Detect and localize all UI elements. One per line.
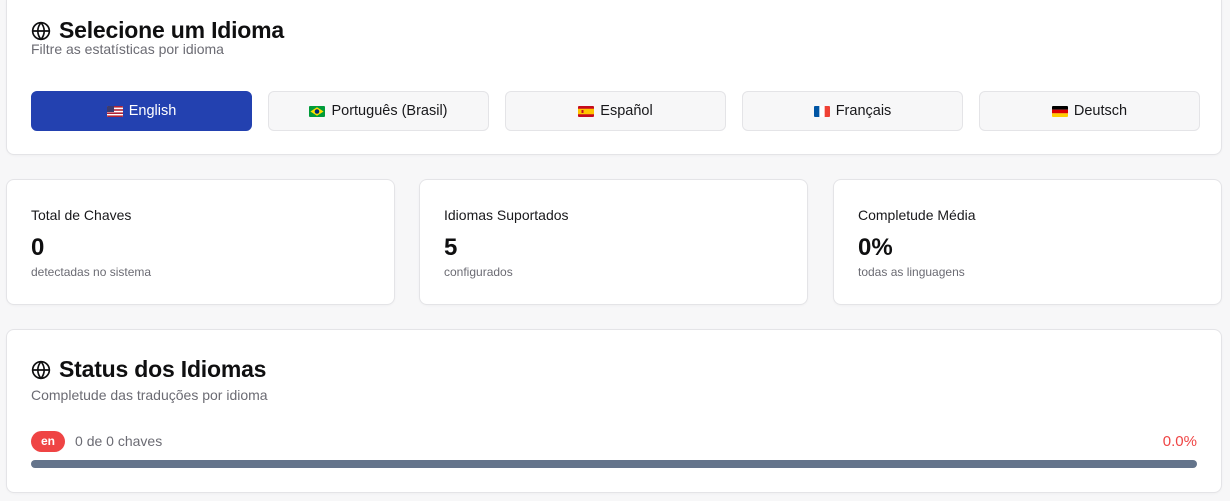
language-button-label: English [128,103,177,119]
stat-note: todas as linguagens [858,265,965,279]
language-button-label: Português (Brasil) [331,103,448,119]
stat-label: Completude Média [858,207,976,223]
language-status-subtitle: Completude das traduções por idioma [31,387,268,403]
keys-count-text: 0 de 0 chaves [75,433,163,449]
stat-card-average-completeness: Completude Média 0% todas as linguagens [833,179,1222,305]
language-button-de[interactable]: Deutsch [979,91,1200,131]
language-code-badge: en [31,430,66,452]
language-status-row: en 0 de 0 chaves 0.0% [31,430,1197,452]
completeness-percent: 0.0% [1162,432,1197,450]
language-button-en[interactable]: English [31,91,252,131]
completeness-progress-bar [31,460,1197,468]
globe-icon [31,21,51,41]
de-flag-icon [1051,105,1068,117]
language-selector-subtitle: Filtre as estatísticas por idioma [31,41,224,57]
language-status-card: Status dos Idiomas Completude das traduç… [6,329,1222,493]
language-button-pt-br[interactable]: Português (Brasil) [268,91,489,131]
es-flag-icon [578,105,595,117]
fr-flag-icon [813,105,830,117]
stat-note: detectadas no sistema [31,265,152,279]
language-button-label: Deutsch [1073,103,1128,119]
language-button-label: Español [600,103,653,119]
stat-value: 0% [858,234,893,261]
stat-card-supported-languages: Idiomas Suportados 5 configurados [419,179,808,305]
stat-value: 5 [444,234,458,261]
language-button-es[interactable]: Español [505,91,726,131]
stat-label: Total de Chaves [31,207,132,223]
language-button-group: English Português (Brasil) Español Franç… [31,91,1200,131]
stat-note: configurados [444,265,513,279]
stat-card-total-keys: Total de Chaves 0 detectadas no sistema [6,179,395,305]
language-selector-card: Selecione um Idioma Filtre as estatístic… [6,0,1222,155]
stat-label: Idiomas Suportados [444,207,569,223]
br-flag-icon [309,105,326,117]
stat-value: 0 [31,234,45,261]
language-status-header: Status dos Idiomas [31,356,266,383]
us-flag-icon [106,105,123,117]
language-selector-title: Selecione um Idioma [59,17,284,43]
language-selector-header: Selecione um Idioma [31,17,284,44]
language-button-fr[interactable]: Français [742,91,963,131]
language-status-title: Status dos Idiomas [59,356,267,382]
language-button-label: Français [835,103,892,119]
globe-icon [31,360,51,380]
